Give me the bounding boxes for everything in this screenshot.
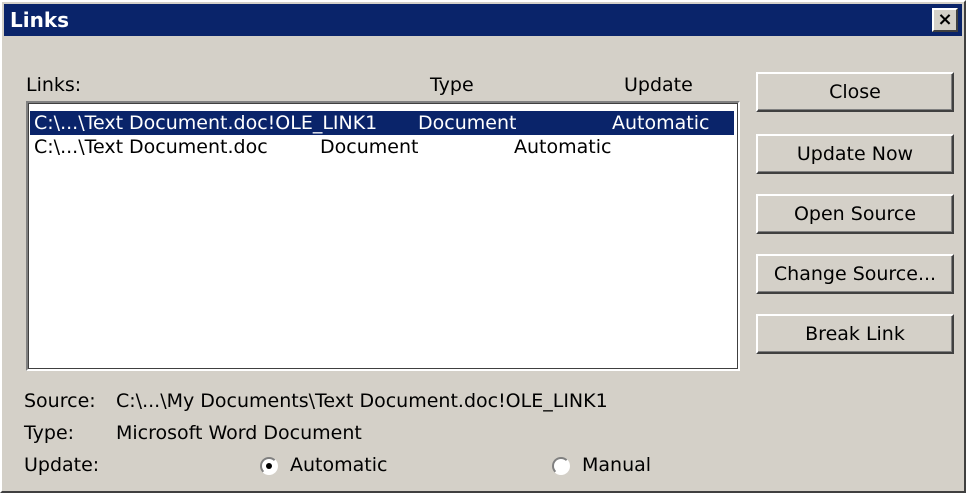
link-row-selected[interactable]: C:\...\Text Document.doc!OLE_LINK1 Docum… (30, 111, 734, 135)
links-listbox[interactable]: C:\...\Text Document.doc!OLE_LINK1 Docum… (26, 101, 740, 371)
link-name: C:\...\Text Document.doc (34, 136, 268, 158)
manual-label: Manual (582, 454, 652, 476)
source-label: Source: (24, 390, 96, 412)
manual-radio-icon[interactable] (552, 457, 570, 475)
automatic-radio-icon[interactable] (260, 457, 278, 475)
link-row[interactable]: C:\...\Text Document.doc Document Automa… (30, 135, 734, 159)
close-button[interactable]: Close (756, 72, 954, 112)
dialog-title: Links (10, 8, 70, 32)
link-type: Document (418, 112, 517, 134)
links-column-header: Links: (26, 74, 82, 96)
type-value: Microsoft Word Document (116, 422, 362, 444)
close-icon[interactable]: × (932, 8, 958, 32)
title-bar[interactable]: Links × (4, 4, 962, 36)
update-column-header: Update (624, 74, 693, 96)
links-dialog: Links × Links: Type Update C:\...\Text D… (0, 0, 966, 493)
link-update: Automatic (612, 112, 710, 134)
automatic-label: Automatic (290, 454, 388, 476)
link-update: Automatic (514, 136, 612, 158)
source-value: C:\...\My Documents\Text Document.doc!OL… (116, 390, 608, 412)
type-label: Type: (24, 422, 75, 444)
link-name: C:\...\Text Document.doc!OLE_LINK1 (34, 112, 378, 134)
open-source-button[interactable]: Open Source (756, 194, 954, 234)
update-label: Update: (24, 454, 100, 476)
type-column-header: Type (430, 74, 474, 96)
link-type: Document (320, 136, 419, 158)
break-link-button[interactable]: Break Link (756, 314, 954, 354)
update-now-button[interactable]: Update Now (756, 134, 954, 174)
change-source-button[interactable]: Change Source... (756, 254, 954, 294)
radio-selected-dot (266, 463, 272, 469)
